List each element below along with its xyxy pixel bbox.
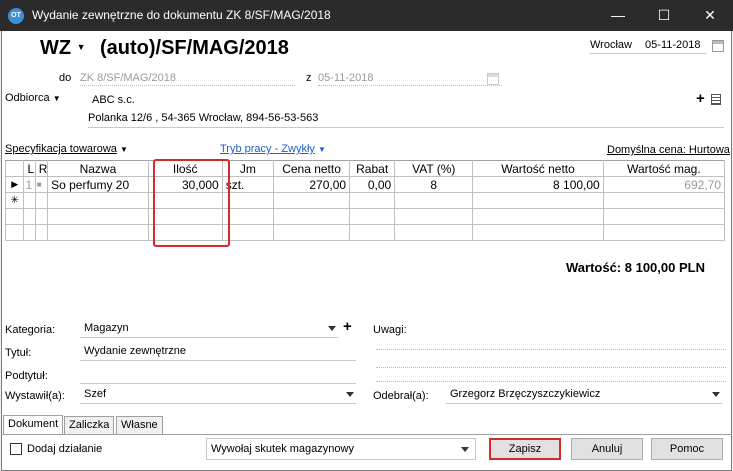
window-title: Wydanie zewnętrzne do dokumentu ZK 8/SF/…	[32, 8, 331, 22]
col-header-vat[interactable]: VAT (%)	[394, 160, 474, 177]
chevron-down-icon	[461, 447, 469, 452]
wystawil-select[interactable]: Szef	[80, 388, 356, 404]
save-button[interactable]: Zapisz	[489, 438, 561, 460]
quantity-highlight	[153, 159, 230, 247]
odebral-label: Odebrał(a):	[373, 390, 429, 402]
place-date[interactable]: Wrocław 05-11-2018	[590, 39, 706, 54]
default-price[interactable]: Domyślna cena: Hurtowa	[607, 144, 730, 156]
place: Wrocław	[590, 39, 632, 51]
table-row-empty	[4, 208, 726, 225]
table-row[interactable]: ▶ 1 ■ So perfumy 20 30,000 szt. 270,00 0…	[4, 176, 726, 193]
kategoria-select[interactable]: Magazyn	[80, 322, 338, 338]
col-header-r[interactable]: R	[34, 160, 49, 177]
chevron-down-icon	[346, 392, 354, 397]
col-header-l[interactable]: L	[23, 160, 36, 177]
uwagi-field-line[interactable]	[376, 370, 726, 382]
spec-label: Specyfikacja towarowa	[5, 143, 117, 155]
list-icon[interactable]	[711, 94, 721, 105]
table-header-row: L R Nazwa Ilość Jm Cena netto Rabat VAT …	[4, 160, 726, 177]
total-value: Wartość: 8 100,00 PLN	[566, 260, 705, 275]
recipient-label: Odbiorca	[5, 92, 50, 104]
cell-vat[interactable]: 8	[394, 176, 474, 193]
cell-price[interactable]: 270,00	[273, 176, 351, 193]
cell-mag: 692,70	[602, 176, 726, 193]
podtytul-label: Podtytuł:	[5, 370, 48, 382]
chevron-down-icon: ▼	[119, 145, 128, 154]
add-action-checkbox[interactable]	[10, 443, 22, 455]
chevron-down-icon: ▼	[52, 94, 61, 103]
kategoria-label: Kategoria:	[5, 324, 56, 336]
tab-dokument[interactable]: Dokument	[3, 415, 64, 434]
tab-zaliczka[interactable]: Zaliczka	[64, 416, 115, 434]
calendar-icon[interactable]	[712, 40, 724, 52]
col-header-name[interactable]: Nazwa	[47, 160, 149, 177]
doc-type-select[interactable]: WZ ▼	[40, 37, 86, 60]
cell-l[interactable]: 1	[23, 176, 36, 193]
add-category-icon[interactable]: +	[343, 318, 352, 335]
odebral-value: Grzegorz Brzęczyszczykiewicz	[450, 388, 601, 400]
odebral-select[interactable]: Grzegorz Brzęczyszczykiewicz	[446, 388, 722, 404]
wystawil-value: Szef	[84, 388, 107, 400]
minimize-button[interactable]: —	[595, 0, 641, 31]
chevron-down-icon	[328, 326, 336, 331]
doc-number[interactable]: (auto)/SF/MAG/2018	[100, 37, 289, 60]
maximize-button[interactable]: ☐	[641, 0, 687, 31]
podtytul-field[interactable]	[80, 368, 356, 384]
cell-net[interactable]: 8 100,00	[472, 176, 604, 193]
app-icon: OT	[8, 8, 24, 24]
chevron-down-icon: ▼	[318, 145, 326, 154]
tytul-field[interactable]: Wydanie zewnętrzne	[80, 345, 356, 361]
tab-strip-line	[1, 434, 732, 435]
chevron-down-icon: ▼	[76, 42, 86, 52]
col-header-net[interactable]: Wartość netto	[472, 160, 604, 177]
col-header-price[interactable]: Cena netto	[273, 160, 351, 177]
kategoria-value: Magazyn	[84, 322, 129, 334]
recipient-select[interactable]: Odbiorca ▼	[5, 92, 61, 104]
col-header-mag[interactable]: Wartość mag.	[602, 160, 726, 177]
cell-name[interactable]: So perfumy 20	[47, 176, 149, 193]
table-row-empty	[4, 224, 726, 241]
col-header-discount[interactable]: Rabat	[349, 160, 396, 177]
mode-label: Tryb pracy - Zwykły	[220, 143, 315, 155]
close-button[interactable]: ✕	[687, 0, 733, 31]
col-header-marker	[4, 160, 25, 177]
cell-discount[interactable]: 0,00	[349, 176, 396, 193]
add-action-label: Dodaj działanie	[27, 443, 103, 455]
spec-select[interactable]: Specyfikacja towarowa ▼	[5, 143, 128, 155]
z-label: z	[306, 72, 312, 84]
recipient-address: Polanka 12/6 , 54-365 Wrocław, 894-56-53…	[88, 112, 724, 128]
action-select-value: Wywołaj skutek magazynowy	[211, 443, 354, 455]
title-bar: OT Wydanie zewnętrzne do dokumentu ZK 8/…	[0, 0, 733, 31]
do-field[interactable]: ZK 8/SF/MAG/2018	[80, 72, 295, 86]
do-label: do	[59, 72, 72, 84]
doc-type: WZ	[40, 37, 72, 59]
mode-link[interactable]: Tryb pracy - Zwykły ▼	[220, 143, 326, 155]
items-table[interactable]: L R Nazwa Ilość Jm Cena netto Rabat VAT …	[4, 160, 726, 241]
calendar-icon[interactable]	[487, 73, 499, 85]
tab-wlasne[interactable]: Własne	[116, 416, 163, 434]
chevron-down-icon	[712, 392, 720, 397]
uwagi-field-line[interactable]	[376, 354, 726, 368]
z-field[interactable]: 05-11-2018	[318, 72, 502, 86]
table-row-new[interactable]: ✳	[4, 192, 726, 209]
cell-r[interactable]: ■	[34, 176, 49, 193]
new-row-marker: ✳	[4, 192, 25, 209]
uwagi-field[interactable]	[376, 336, 726, 350]
cancel-button[interactable]: Anuluj	[571, 438, 643, 460]
row-marker: ▶	[4, 176, 25, 193]
uwagi-label: Uwagi:	[373, 324, 407, 336]
doc-date: 05-11-2018	[645, 39, 701, 51]
help-button[interactable]: Pomoc	[651, 438, 723, 460]
recipient-name: ABC s.c.	[92, 94, 135, 106]
action-select[interactable]: Wywołaj skutek magazynowy	[206, 438, 476, 460]
wystawil-label: Wystawił(a):	[5, 390, 65, 402]
tytul-label: Tytuł:	[5, 347, 32, 359]
add-recipient-icon[interactable]: +	[696, 90, 705, 107]
